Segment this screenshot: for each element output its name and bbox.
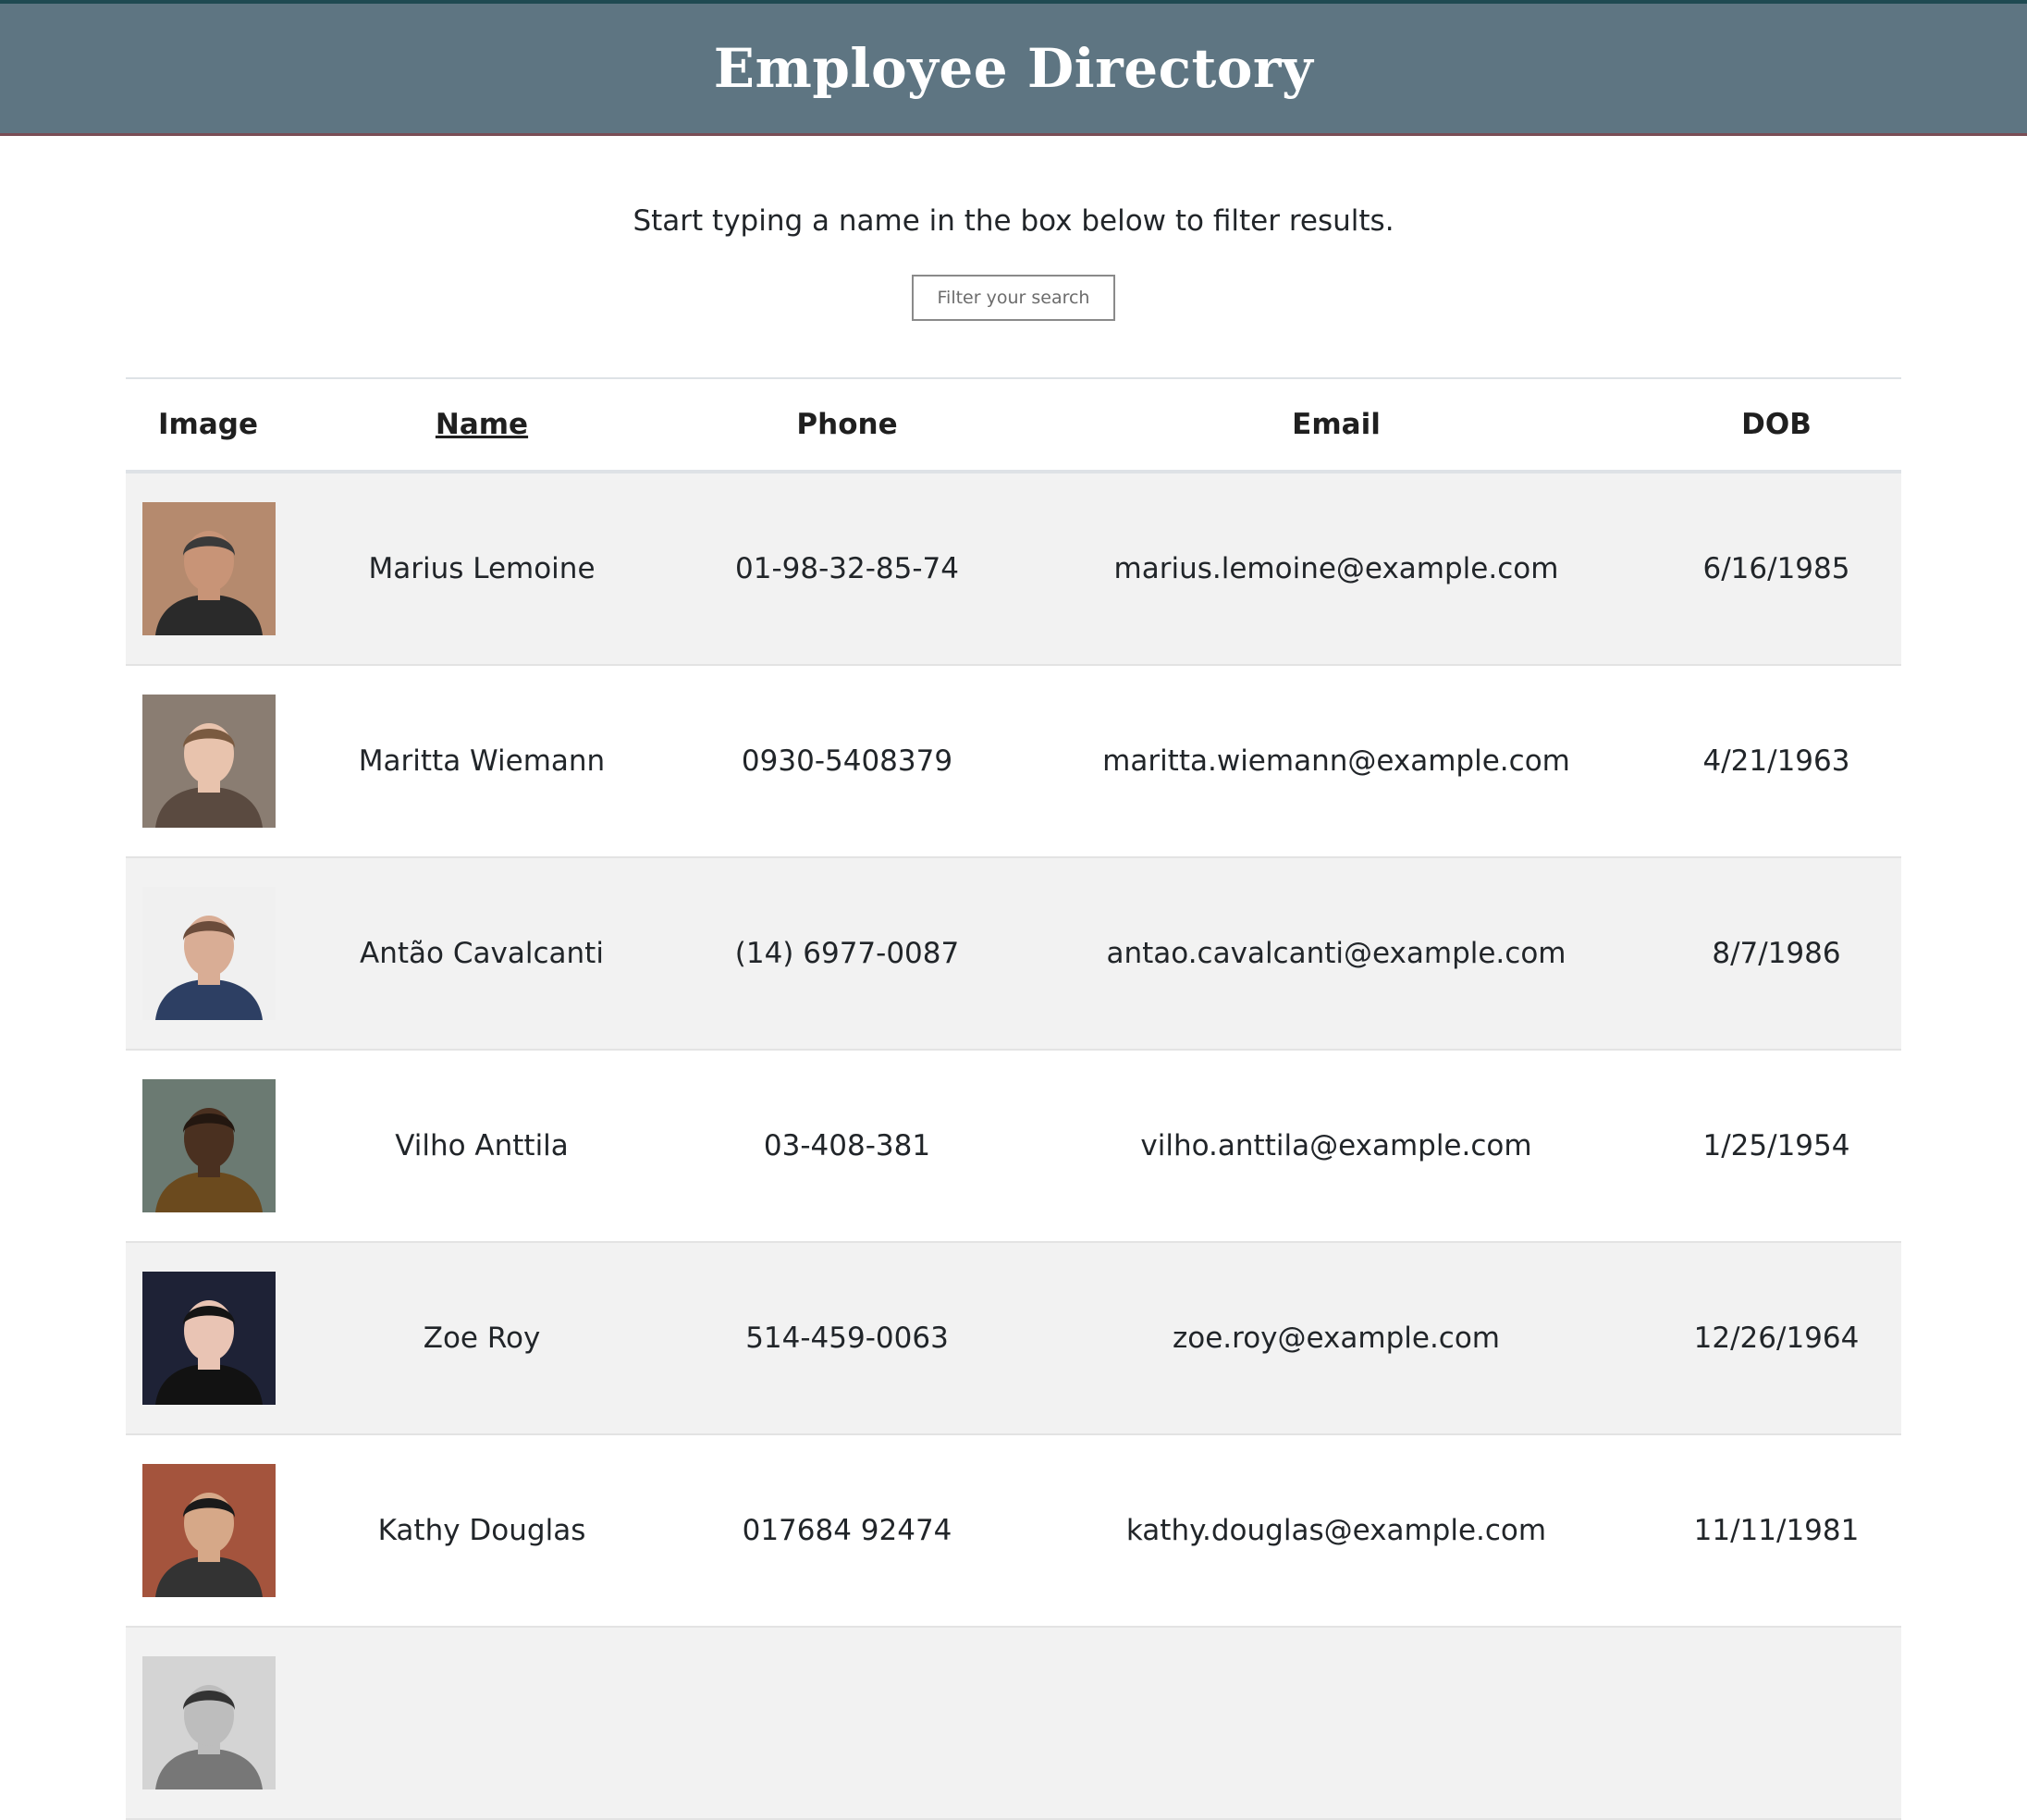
page-header: Employee Directory — [0, 0, 2027, 136]
employee-email: marius.lemoine@example.com — [1021, 472, 1652, 666]
table-row: Maritta Wiemann 0930-5408379 maritta.wiema… — [126, 665, 1901, 858]
page-title: Employee Directory — [713, 37, 1314, 100]
employee-name: Kathy Douglas — [290, 1434, 673, 1628]
employee-email — [1021, 1627, 1652, 1820]
employee-dob: 4/21/1963 — [1652, 665, 1901, 858]
employee-email: antao.cavalcanti@example.com — [1021, 857, 1652, 1051]
employee-avatar — [142, 1272, 276, 1405]
employee-phone: 03-408-381 — [673, 1050, 1021, 1243]
column-header-email: Email — [1292, 408, 1381, 441]
employee-dob: 12/26/1964 — [1652, 1242, 1901, 1435]
table-row: Marius Lemoine 01-98-32-85-74 marius.lemoi… — [126, 472, 1901, 666]
employee-photo-cell — [126, 472, 290, 666]
table-header-row: Image Name Phone Email DOB — [126, 378, 1901, 472]
employee-dob: 6/16/1985 — [1652, 472, 1901, 666]
employee-dob: 1/25/1954 — [1652, 1050, 1901, 1243]
employee-phone: 0930-5408379 — [673, 665, 1021, 858]
employee-email: vilho.anttila@example.com — [1021, 1050, 1652, 1243]
table-row: Vilho Anttila 03-408-381 vilho.anttila@exa… — [126, 1050, 1901, 1243]
employee-name: Maritta Wiemann — [290, 665, 673, 858]
table-body: Marius Lemoine 01-98-32-85-74 marius.lemoi… — [126, 472, 1901, 1820]
table-row — [126, 1627, 1901, 1820]
table-row: Zoe Roy 514-459-0063 zoe.roy@example.com 12… — [126, 1242, 1901, 1435]
employee-dob: 11/11/1981 — [1652, 1434, 1901, 1628]
employee-dob: 8/7/1986 — [1652, 857, 1901, 1051]
employee-name: Vilho Anttila — [290, 1050, 673, 1243]
employee-phone: 514-459-0063 — [673, 1242, 1021, 1435]
employee-phone: (14) 6977-0087 — [673, 857, 1021, 1051]
search-container — [0, 275, 2027, 321]
employee-phone: 017684 92474 — [673, 1434, 1021, 1628]
employee-email: maritta.wiemann@example.com — [1021, 665, 1652, 858]
employee-phone — [673, 1627, 1021, 1820]
employee-photo-cell — [126, 1242, 290, 1435]
employee-email: zoe.roy@example.com — [1021, 1242, 1652, 1435]
employee-phone: 01-98-32-85-74 — [673, 472, 1021, 666]
column-header-phone: Phone — [796, 408, 898, 441]
employee-photo-cell — [126, 1434, 290, 1628]
table-row: Kathy Douglas 017684 92474 kathy.douglas@e… — [126, 1434, 1901, 1628]
employee-name: Marius Lemoine — [290, 472, 673, 666]
employee-avatar — [142, 1656, 276, 1789]
employee-photo-cell — [126, 857, 290, 1051]
employee-name — [290, 1627, 673, 1820]
intro-text: Start typing a name in the box below to … — [633, 204, 1394, 238]
employee-avatar — [142, 695, 276, 828]
employee-avatar — [142, 1079, 276, 1212]
employee-name: Zoe Roy — [290, 1242, 673, 1435]
employee-avatar — [142, 887, 276, 1020]
column-header-image: Image — [158, 408, 258, 441]
employee-table: Image Name Phone Email DOB Marius Lemoin… — [126, 377, 1901, 1820]
employee-avatar — [142, 502, 276, 635]
employee-table-container: Image Name Phone Email DOB Marius Lemoin… — [126, 377, 1901, 1820]
table-row: Antão Cavalcanti (14) 6977-0087 antao.cava… — [126, 857, 1901, 1051]
search-input[interactable] — [912, 275, 1115, 321]
employee-name: Antão Cavalcanti — [290, 857, 673, 1051]
column-header-name[interactable]: Name — [290, 378, 673, 472]
employee-avatar — [142, 1464, 276, 1597]
employee-photo-cell — [126, 665, 290, 858]
employee-email: kathy.douglas@example.com — [1021, 1434, 1652, 1628]
employee-dob — [1652, 1627, 1901, 1820]
employee-photo-cell — [126, 1627, 290, 1820]
employee-photo-cell — [126, 1050, 290, 1243]
column-header-dob: DOB — [1741, 408, 1812, 441]
